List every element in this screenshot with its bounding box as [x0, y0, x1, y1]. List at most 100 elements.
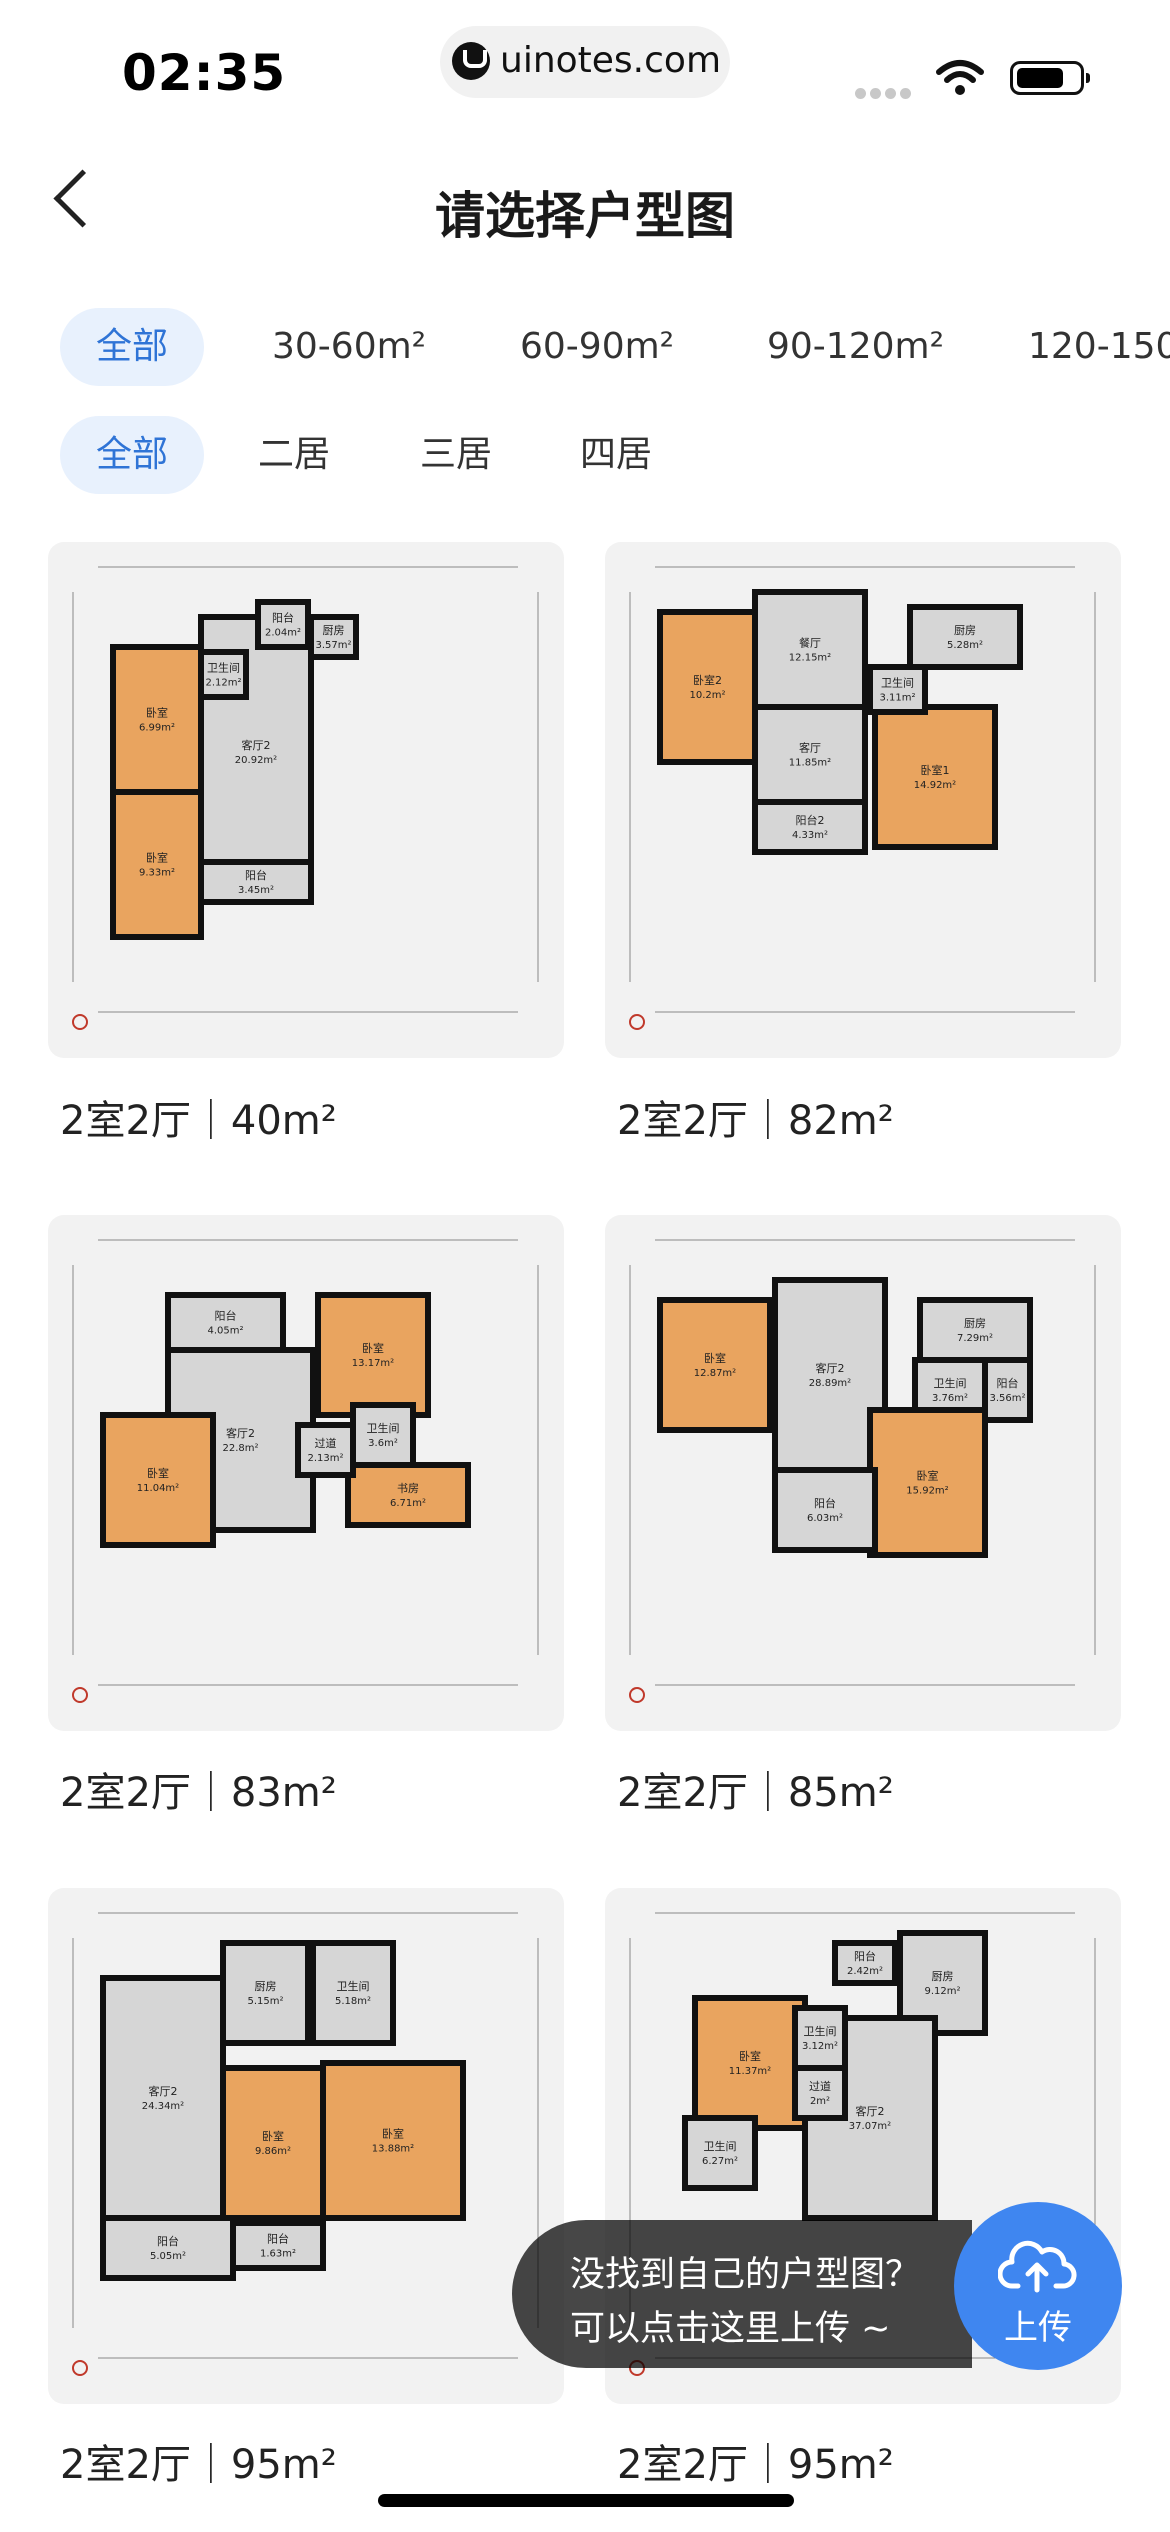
- area-filter-120-150[interactable]: 120-150m²: [1028, 308, 1170, 386]
- room-name: 卧室: [146, 706, 168, 720]
- room-name: 阳台: [245, 868, 267, 882]
- floorplan-card[interactable]: 卧室2 10.2m² 餐厅 12.15m² 客厅 11.85m² 卧室1 14.92m² 厨房 5…: [605, 542, 1121, 1058]
- room-name: 客厅2: [226, 1426, 255, 1440]
- upload-hint-toast[interactable]: 没找到自己的户型图？ 可以点击这里上传 ~: [512, 2220, 972, 2368]
- room-name: 卧室: [917, 1469, 939, 1483]
- area-filter-60-90[interactable]: 60-90m²: [520, 308, 674, 386]
- status-bar: 02:35 uinotes.com: [0, 0, 1170, 140]
- room-shape: [100, 1412, 216, 1548]
- room-area: 6.99m²: [139, 723, 175, 734]
- room-name: 厨房: [964, 1317, 986, 1330]
- room-name: 厨房: [255, 1980, 277, 1993]
- area-filter-30-60[interactable]: 30-60m²: [272, 308, 426, 386]
- room-filter-three[interactable]: 三居: [420, 416, 492, 494]
- room-name: 卧室: [262, 2129, 284, 2143]
- room-name: 卧室2: [693, 673, 722, 687]
- floorplan-image: 阳台 4.05m² 卧室 13.17m² 客厅2 22.8m² 卧室 11.04m² 卫生间 3.…: [72, 1239, 539, 1703]
- room-name: 卫生间: [934, 1376, 967, 1390]
- room-filter-label: 全部: [95, 434, 168, 475]
- room-area: 1.63m²: [260, 2249, 296, 2260]
- room-name: 厨房: [323, 624, 345, 637]
- floorplan-image: 厨房 5.15m² 卫生间 5.18m² 客厅2 24.34m² 卧室 9.86m² 卧室 13.…: [72, 1912, 539, 2376]
- room-area: 6.27m²: [702, 2156, 738, 2167]
- area-filter-all[interactable]: 全部: [60, 308, 204, 386]
- floorplan-card[interactable]: 阳台 4.05m² 卧室 13.17m² 客厅2 22.8m² 卧室 11.04m² 卫生间 3.…: [48, 1215, 564, 1731]
- room-name: 卫生间: [881, 676, 914, 690]
- room-filter-label: 四居: [580, 434, 653, 475]
- room-shape: [100, 2215, 236, 2281]
- room-area: 3.57m²: [315, 640, 351, 651]
- room-shape: [792, 2065, 848, 2121]
- upload-button[interactable]: 上传: [954, 2202, 1122, 2370]
- room-name: 卧室: [146, 851, 168, 865]
- room-shape: [917, 1297, 1033, 1363]
- cloud-upload-icon: [998, 2240, 1077, 2293]
- area-filter-label: 120-150m²: [1028, 326, 1170, 367]
- room-shape: [772, 1467, 878, 1553]
- room-shape: [315, 1292, 431, 1418]
- room-area: 12.15m²: [789, 653, 831, 664]
- room-filter-two[interactable]: 二居: [258, 416, 330, 494]
- room-area: 5.05m²: [150, 2251, 186, 2262]
- compass-icon: [72, 2360, 88, 2376]
- room-name: 卧室: [739, 2049, 761, 2063]
- home-indicator: [378, 2494, 794, 2507]
- room-area: 11.85m²: [789, 758, 831, 769]
- room-area: 2.42m²: [847, 1966, 883, 1977]
- room-area: 6.03m²: [807, 1513, 843, 1524]
- floorplan-caption: 2室2厅｜95m²: [60, 2442, 337, 2488]
- room-area: 3.76m²: [932, 1393, 968, 1404]
- room-name: 阳台: [267, 2232, 289, 2246]
- room-shape: [100, 1975, 226, 2221]
- room-shape: [867, 664, 928, 715]
- room-shape: [907, 604, 1023, 670]
- room-shape: [682, 2115, 758, 2191]
- room-name: 阳台: [997, 1376, 1019, 1390]
- room-area: 2.13m²: [307, 1453, 343, 1464]
- compass-icon: [629, 1687, 645, 1703]
- room-name: 过道: [809, 2079, 831, 2093]
- floorplan-caption: 2室2厅｜82m²: [617, 1098, 894, 1144]
- room-shape: [220, 2065, 326, 2221]
- room-shape: [110, 789, 204, 940]
- area-filter-90-120[interactable]: 90-120m²: [767, 308, 944, 386]
- room-area: 3.6m²: [368, 1438, 398, 1449]
- signal-icon: [855, 84, 915, 103]
- room-area: 5.28m²: [947, 640, 983, 651]
- room-name: 客厅2: [856, 2104, 885, 2118]
- floorplan-card[interactable]: 卧室 6.99m² 卧室 9.33m² 客厅2 20.92m² 厨房 3.57m² 阳台 2.04…: [48, 542, 564, 1058]
- room-shape: [692, 1995, 808, 2131]
- room-name: 阳台: [272, 611, 294, 625]
- battery-icon: [1010, 61, 1090, 95]
- room-area: 6.71m²: [390, 1498, 426, 1509]
- toast-line-2: 可以点击这里上传 ~: [570, 2309, 891, 2349]
- area-filter-label: 60-90m²: [520, 326, 675, 367]
- room-filter-all[interactable]: 全部: [60, 416, 204, 494]
- room-area: 3.12m²: [802, 2041, 838, 2052]
- room-area: 3.11m²: [879, 693, 915, 704]
- room-shape: [308, 614, 359, 660]
- room-name: 阳台: [215, 1309, 237, 1323]
- room-area: 5.18m²: [335, 1996, 371, 2007]
- room-area: 11.37m²: [729, 2066, 771, 2077]
- room-area: 4.05m²: [207, 1326, 243, 1337]
- room-shape: [255, 599, 311, 650]
- floorplan-caption: 2室2厅｜40m²: [60, 1098, 337, 1144]
- floorplan-card[interactable]: 卧室 12.87m² 客厅2 28.89m² 厨房 7.29m² 卫生间 3.76m² 卧室 15…: [605, 1215, 1121, 1731]
- room-area: 12.87m²: [694, 1368, 736, 1379]
- room-name: 客厅2: [242, 738, 271, 752]
- room-filter-four[interactable]: 四居: [580, 416, 652, 494]
- room-name: 卫生间: [337, 1979, 370, 1993]
- room-name: 卫生间: [207, 661, 240, 675]
- room-shape: [230, 2220, 326, 2271]
- floorplan-card[interactable]: 厨房 5.15m² 卫生间 5.18m² 客厅2 24.34m² 卧室 9.86m² 卧室 13.…: [48, 1888, 564, 2404]
- room-shape: [832, 1940, 898, 1986]
- room-area: 9.33m²: [139, 868, 175, 879]
- room-area: 2.12m²: [205, 678, 241, 689]
- room-shape: [657, 609, 758, 765]
- room-shape: [198, 859, 314, 905]
- room-area: 24.34m²: [142, 2101, 184, 2112]
- room-filter-label: 三居: [420, 434, 493, 475]
- site-logo-icon: [452, 42, 490, 80]
- room-area: 3.56m²: [989, 1393, 1025, 1404]
